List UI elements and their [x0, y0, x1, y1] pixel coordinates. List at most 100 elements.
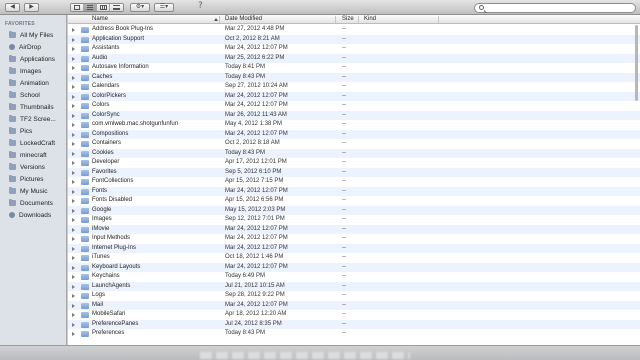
sidebar-item[interactable]: Downloads: [0, 209, 67, 221]
column-divider[interactable]: [358, 16, 359, 23]
disclosure-triangle-icon[interactable]: [72, 303, 75, 308]
sidebar-item[interactable]: AirDrop: [0, 41, 67, 53]
sidebar-item[interactable]: School: [0, 89, 67, 101]
disclosure-triangle-icon[interactable]: [72, 161, 75, 165]
disclosure-triangle-icon[interactable]: [72, 47, 75, 51]
action-menu-button[interactable]: ⚙▾: [130, 3, 150, 12]
disclosure-triangle-icon[interactable]: [72, 332, 75, 336]
column-view-button[interactable]: [97, 4, 110, 11]
table-row[interactable]: Google May 15, 2012 2:03 PM --: [68, 205, 640, 215]
sidebar-item[interactable]: All My Files: [0, 29, 67, 41]
disclosure-triangle-icon[interactable]: [72, 322, 75, 327]
cover-flow-view-button[interactable]: [110, 4, 123, 11]
disclosure-triangle-icon[interactable]: [72, 180, 75, 184]
sidebar-item[interactable]: TF2 Scree...: [0, 113, 67, 125]
table-row[interactable]: Caches Today 8:43 PM --: [68, 72, 640, 82]
disclosure-triangle-icon[interactable]: [72, 284, 75, 289]
table-row[interactable]: Keychains Today 6:49 PM --: [68, 272, 640, 282]
sidebar-item[interactable]: Pictures: [0, 173, 67, 185]
disclosure-triangle-icon[interactable]: [72, 66, 75, 70]
disclosure-triangle-icon[interactable]: [72, 75, 75, 80]
disclosure-triangle-icon[interactable]: [72, 94, 75, 99]
table-row[interactable]: LaunchAgents Jul 21, 2012 10:15 AM --: [68, 281, 640, 291]
disclosure-triangle-icon[interactable]: [72, 246, 75, 251]
table-row[interactable]: Images Sep 12, 2012 7:01 PM --: [68, 215, 640, 225]
table-row[interactable]: com.vmlweb.mac.shotgunfunfun May 4, 2012 …: [68, 120, 640, 130]
table-row[interactable]: ColorPickers Mar 24, 2012 12:07 PM --: [68, 91, 640, 101]
table-row[interactable]: Application Support Oct 2, 2012 8:21 AM --: [68, 34, 640, 44]
table-row[interactable]: ColorSync Mar 26, 2012 11:43 AM --: [68, 110, 640, 120]
table-row[interactable]: Autosave Information Today 8:41 PM --: [68, 63, 640, 73]
table-row[interactable]: PreferencePanes Jul 24, 2012 8:35 PM --: [68, 319, 640, 329]
help-icon[interactable]: ?: [198, 1, 203, 11]
disclosure-triangle-icon[interactable]: [72, 256, 75, 260]
list-view-button[interactable]: [84, 4, 97, 11]
forward-button[interactable]: ▶: [24, 3, 39, 12]
table-row[interactable]: Input Methods Mar 24, 2012 12:07 PM --: [68, 234, 640, 244]
table-row[interactable]: Fonts Mar 24, 2012 12:07 PM --: [68, 186, 640, 196]
table-row[interactable]: FontCollections Apr 15, 2012 7:15 PM --: [68, 177, 640, 187]
sidebar-item[interactable]: Animation: [0, 77, 67, 89]
table-row[interactable]: Keyboard Layouts Mar 24, 2012 12:07 PM --: [68, 262, 640, 272]
table-row[interactable]: Audio Mar 25, 2012 6:22 PM --: [68, 53, 640, 63]
icon-view-button[interactable]: [71, 4, 84, 11]
table-row[interactable]: Fonts Disabled Apr 15, 2012 6:56 PM --: [68, 196, 640, 206]
disclosure-triangle-icon[interactable]: [72, 313, 75, 317]
disclosure-triangle-icon[interactable]: [72, 151, 75, 156]
column-header-kind[interactable]: Kind: [364, 16, 376, 23]
arrange-menu-button[interactable]: ☰▾: [154, 3, 174, 12]
table-row[interactable]: Address Book Plug-Ins Mar 27, 2012 4:48 P…: [68, 25, 640, 35]
column-header-size[interactable]: Size: [342, 16, 354, 23]
sidebar-item[interactable]: minecraft: [0, 149, 67, 161]
disclosure-triangle-icon[interactable]: [72, 28, 75, 32]
sidebar-item[interactable]: Versions: [0, 161, 67, 173]
table-row[interactable]: Developer Apr 17, 2012 12:01 PM --: [68, 158, 640, 168]
table-row[interactable]: Internet Plug-Ins Mar 24, 2012 12:07 PM --: [68, 243, 640, 253]
vertical-scrollbar[interactable]: [634, 25, 638, 343]
disclosure-triangle-icon[interactable]: [72, 104, 75, 108]
sidebar-item[interactable]: Documents: [0, 197, 67, 209]
table-row[interactable]: Colors Mar 24, 2012 12:07 PM --: [68, 101, 640, 111]
disclosure-triangle-icon[interactable]: [72, 199, 75, 203]
disclosure-triangle-icon[interactable]: [72, 294, 75, 298]
disclosure-triangle-icon[interactable]: [72, 123, 75, 127]
column-divider[interactable]: [438, 16, 439, 23]
disclosure-triangle-icon[interactable]: [72, 227, 75, 232]
disclosure-triangle-icon[interactable]: [72, 265, 75, 270]
search-field[interactable]: [474, 3, 636, 13]
table-row[interactable]: Containers Oct 2, 2012 8:18 AM --: [68, 139, 640, 149]
disclosure-triangle-icon[interactable]: [72, 85, 75, 89]
sidebar-item[interactable]: LockedCraft: [0, 137, 67, 149]
sidebar-item[interactable]: Images: [0, 65, 67, 77]
table-row[interactable]: Logs Sep 28, 2012 9:22 PM --: [68, 291, 640, 301]
column-header-name[interactable]: Name: [92, 16, 108, 23]
sidebar-item[interactable]: Pics: [0, 125, 67, 137]
table-row[interactable]: Favorites Sep 5, 2012 6:10 PM --: [68, 167, 640, 177]
disclosure-triangle-icon[interactable]: [72, 132, 75, 137]
table-row[interactable]: Compositions Mar 24, 2012 12:07 PM --: [68, 129, 640, 139]
table-row[interactable]: Calendars Sep 27, 2012 10:24 AM --: [68, 82, 640, 92]
scrollbar-thumb[interactable]: [635, 25, 638, 101]
column-header-date[interactable]: Date Modified: [225, 16, 262, 23]
disclosure-triangle-icon[interactable]: [72, 218, 75, 222]
disclosure-triangle-icon[interactable]: [72, 208, 75, 213]
table-row[interactable]: iTunes Oct 18, 2012 1:46 PM --: [68, 253, 640, 263]
disclosure-triangle-icon[interactable]: [72, 56, 75, 61]
disclosure-triangle-icon[interactable]: [72, 275, 75, 279]
sidebar-item[interactable]: My Music: [0, 185, 67, 197]
sidebar-item[interactable]: Applications: [0, 53, 67, 65]
table-row[interactable]: Mail Mar 24, 2012 12:07 PM --: [68, 300, 640, 310]
disclosure-triangle-icon[interactable]: [72, 189, 75, 194]
disclosure-triangle-icon[interactable]: [72, 142, 75, 146]
disclosure-triangle-icon[interactable]: [72, 237, 75, 241]
table-row[interactable]: iMovie Mar 24, 2012 12:07 PM --: [68, 224, 640, 234]
sidebar-item[interactable]: Thumbnails: [0, 101, 67, 113]
column-divider[interactable]: [335, 16, 336, 23]
table-row[interactable]: Cookies Today 8:43 PM --: [68, 148, 640, 158]
table-row[interactable]: Assistants Mar 24, 2012 12:07 PM --: [68, 44, 640, 54]
back-button[interactable]: ◀: [5, 3, 20, 12]
table-row[interactable]: Preferences Today 8:43 PM --: [68, 329, 640, 339]
column-divider[interactable]: [219, 16, 220, 23]
disclosure-triangle-icon[interactable]: [72, 113, 75, 118]
disclosure-triangle-icon[interactable]: [72, 37, 75, 42]
